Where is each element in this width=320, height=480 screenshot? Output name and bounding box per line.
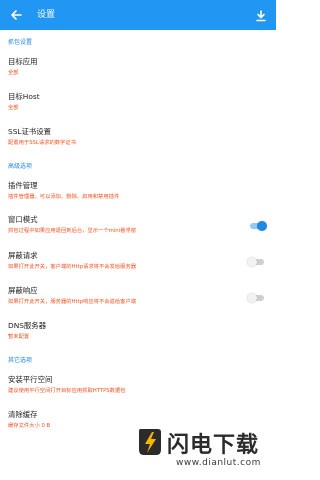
setting-window-mode[interactable]: 窗口模式 抓包过程中如果应用退回到后台，显示一个mini悬浮窗	[0, 215, 276, 239]
arrow-back-icon[interactable]	[8, 7, 24, 23]
setting-title: 安装平行空间	[8, 375, 53, 384]
window-mode-toggle[interactable]	[250, 221, 267, 231]
section-header-advanced: 高级选项	[8, 163, 33, 170]
setting-subtitle: 全部	[8, 105, 19, 111]
lightning-logo-icon	[136, 426, 164, 458]
setting-ssl-cert[interactable]: SSL证书设置 配置用于SSL请求的数字证书	[0, 127, 276, 151]
toggle-knob	[247, 293, 257, 303]
block-response-toggle[interactable]	[247, 293, 264, 303]
setting-subtitle: 暂未配置	[8, 334, 30, 340]
setting-block-request[interactable]: 屏蔽请求 如果打开此开关，客户端的Http请求将不会发给服务器	[0, 251, 276, 275]
setting-plugin-manager[interactable]: 插件管理 插件管理器。可以添加、删除、启用和禁用插件	[0, 181, 276, 205]
section-header-capture: 抓包设置	[8, 39, 33, 46]
setting-dns-server[interactable]: DNS服务器 暂未配置	[0, 321, 276, 345]
setting-title: 插件管理	[8, 181, 38, 190]
app-bar: 设置	[0, 0, 276, 30]
section-header-other: 其它选项	[8, 357, 33, 364]
watermark: 闪电下载 www.dianlut.com	[136, 422, 276, 472]
setting-subtitle: 缓存文件大小 0 B	[8, 423, 51, 429]
setting-title: 目标Host	[8, 92, 40, 101]
setting-subtitle: 如果打开此开关，服务器的Http响应将不会返给客户端	[8, 299, 137, 305]
setting-title: 窗口模式	[8, 215, 38, 224]
setting-subtitle: 如果打开此开关，客户端的Http请求将不会发给服务器	[8, 264, 137, 270]
watermark-url: www.dianlut.com	[176, 458, 261, 468]
setting-target-app[interactable]: 目标应用 全部	[0, 57, 276, 81]
setting-subtitle: 配置用于SSL请求的数字证书	[8, 140, 76, 146]
setting-subtitle: 抓包过程中如果应用退回到后台，显示一个mini悬浮窗	[8, 228, 136, 234]
setting-title: DNS服务器	[8, 321, 47, 330]
setting-title: 屏蔽响应	[8, 286, 38, 295]
watermark-brand: 闪电下载	[167, 433, 260, 458]
setting-title: SSL证书设置	[8, 127, 52, 136]
setting-subtitle: 插件管理器。可以添加、删除、启用和禁用插件	[8, 194, 120, 200]
setting-title: 清除缓存	[8, 410, 38, 419]
setting-block-response[interactable]: 屏蔽响应 如果打开此开关，服务器的Http响应将不会返给客户端	[0, 286, 276, 310]
toggle-knob	[247, 257, 257, 267]
toggle-knob	[257, 221, 267, 231]
setting-parallel-space[interactable]: 安装平行空间 建议使用平行空间打开目标应用抓取HTTPS数据包	[0, 375, 276, 399]
setting-subtitle: 建议使用平行空间打开目标应用抓取HTTPS数据包	[8, 388, 126, 394]
setting-target-host[interactable]: 目标Host 全部	[0, 92, 276, 116]
setting-subtitle: 全部	[8, 70, 19, 76]
download-icon[interactable]	[254, 8, 268, 22]
setting-title: 目标应用	[8, 57, 38, 66]
block-request-toggle[interactable]	[247, 257, 264, 267]
setting-title: 屏蔽请求	[8, 251, 38, 260]
page-title: 设置	[37, 10, 56, 20]
